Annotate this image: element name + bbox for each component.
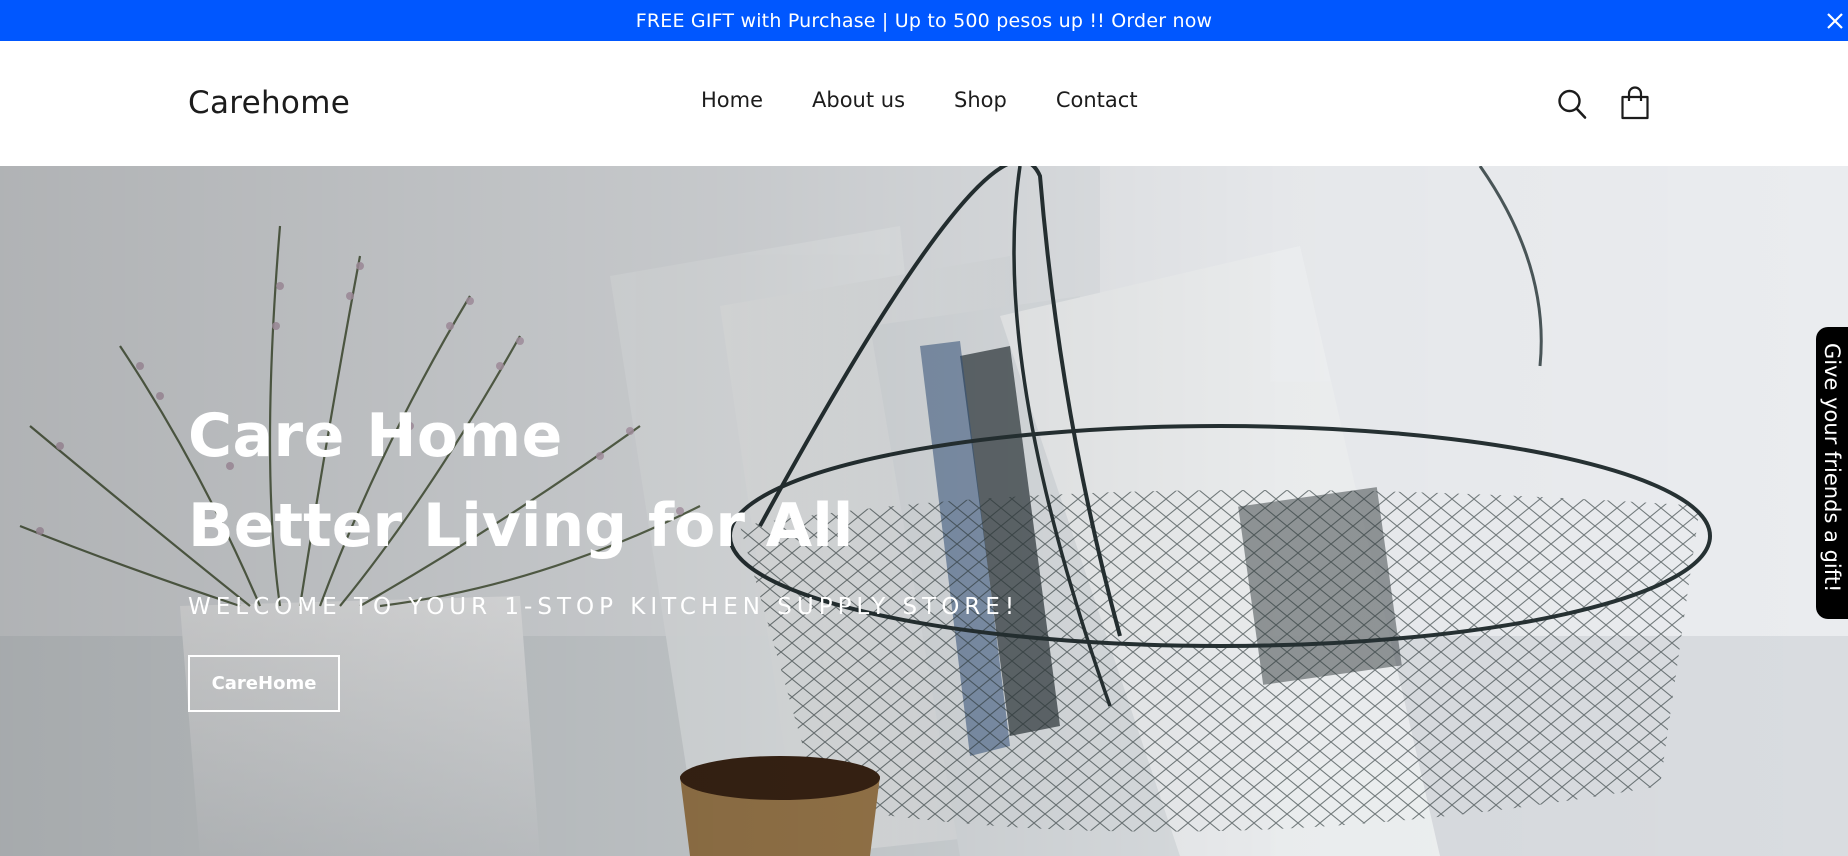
hero-title: Care Home	[188, 401, 563, 471]
nav-home[interactable]: Home	[701, 88, 763, 112]
close-icon[interactable]	[1822, 8, 1848, 34]
hero-banner: Care Home Better Living for All WELCOME …	[0, 166, 1848, 856]
hero-cta-button[interactable]: CareHome	[188, 655, 340, 712]
site-header: Carehome Home About us Shop Contact	[0, 41, 1848, 166]
cart-icon[interactable]	[1620, 86, 1650, 120]
main-nav: Home About us Shop Contact	[701, 88, 1138, 112]
site-logo[interactable]: Carehome	[188, 85, 350, 121]
hero-subtitle: WELCOME TO YOUR 1-STOP KITCHEN SUPPLY ST…	[188, 594, 1020, 620]
announcement-bar: FREE GIFT with Purchase | Up to 500 peso…	[0, 0, 1848, 41]
nav-about-us[interactable]: About us	[812, 88, 905, 112]
search-icon[interactable]	[1557, 88, 1587, 120]
nav-contact[interactable]: Contact	[1056, 88, 1138, 112]
announcement-text[interactable]: FREE GIFT with Purchase | Up to 500 peso…	[636, 10, 1213, 32]
hero-tagline: Better Living for All	[188, 491, 854, 561]
nav-shop[interactable]: Shop	[954, 88, 1007, 112]
gift-tab-label: Give your friends a gift!	[1820, 343, 1844, 593]
gift-tab[interactable]: Give your friends a gift!	[1816, 327, 1848, 619]
